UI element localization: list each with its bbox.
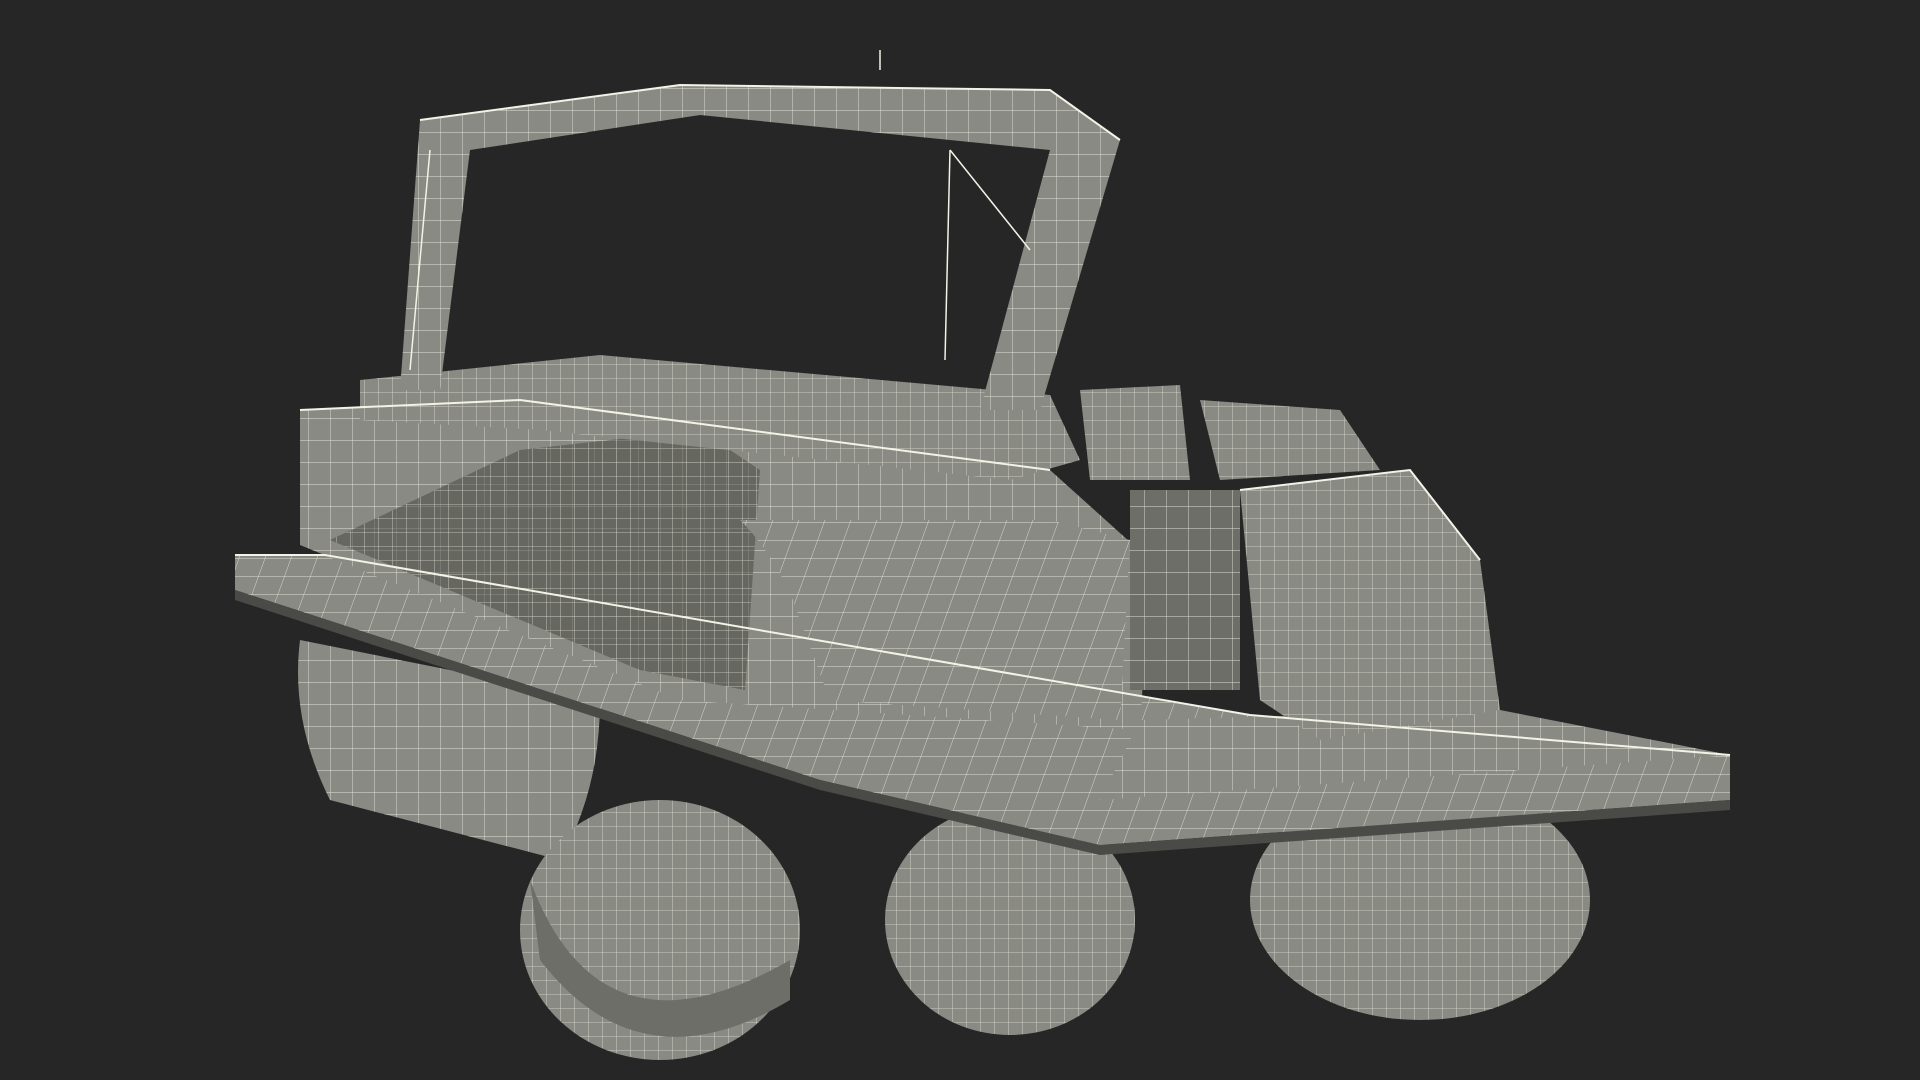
- wireframe-render: [235, 50, 1731, 1060]
- viewport-canvas[interactable]: [0, 0, 1920, 1080]
- rear-lounge-module: [1240, 470, 1500, 740]
- tower-frame: [400, 85, 1120, 410]
- rear-gate: [1130, 490, 1240, 690]
- pontoon-rear-left: [520, 800, 800, 1060]
